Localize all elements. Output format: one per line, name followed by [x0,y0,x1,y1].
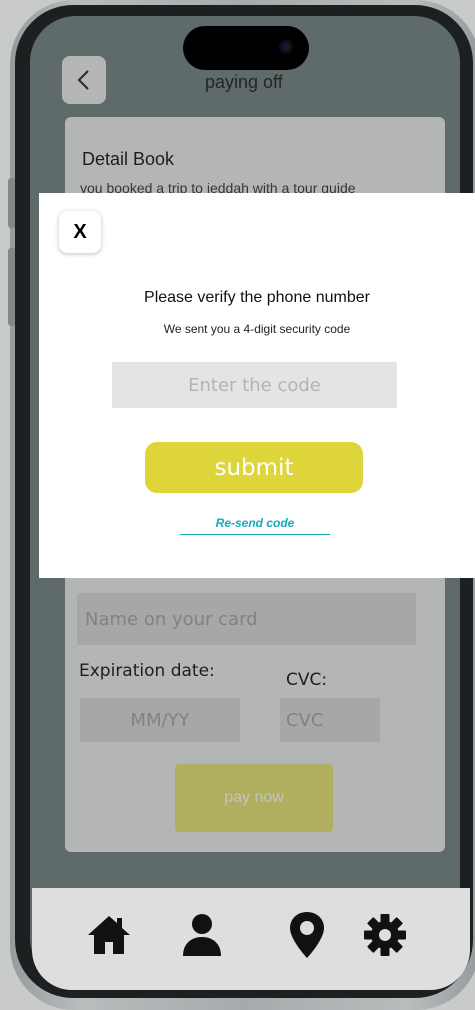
expiry-input[interactable]: MM/YY [80,698,240,742]
submit-button[interactable]: submit [145,442,363,493]
modal-title: Please verify the phone number [144,289,370,306]
pay-now-button[interactable]: pay now [175,764,333,832]
cvc-label: CVC: [286,670,328,690]
expiration-date-label: Expiration date: [79,661,215,681]
modal-subtitle: We sent you a 4-digit security code [163,322,351,336]
resend-code-link[interactable]: Re-send code [180,516,330,535]
home-icon[interactable] [84,910,134,960]
security-code-input[interactable] [112,362,397,408]
chevron-left-icon [77,70,89,90]
dynamic-island [183,26,309,70]
cvc-input[interactable]: CVC [280,698,380,742]
card-title: Detail Book [82,149,175,169]
page-title: paying off [205,72,283,92]
back-button[interactable] [62,56,106,104]
settings-gear-icon[interactable] [360,910,410,960]
profile-icon[interactable] [177,910,227,960]
modal-close-button[interactable]: X [59,211,101,253]
location-pin-icon[interactable] [282,908,332,962]
card-name-input[interactable]: Name on your card [77,593,416,645]
camera-icon [279,40,293,54]
